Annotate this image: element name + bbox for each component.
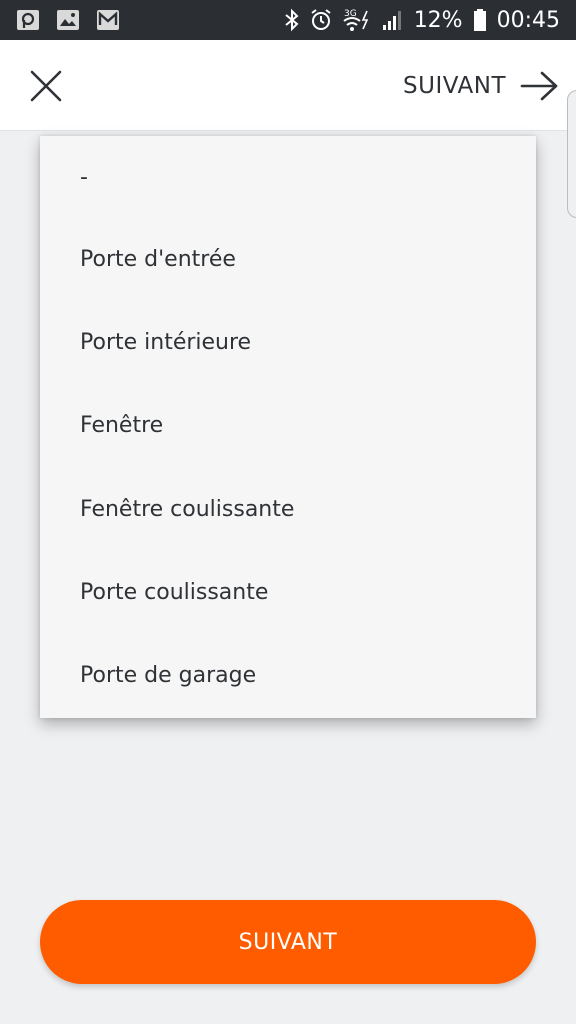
arrow-right-icon	[520, 71, 558, 101]
signal-icon	[382, 11, 401, 30]
clock-time: 00:45	[496, 7, 560, 33]
close-icon[interactable]	[24, 64, 68, 108]
next-header-label: SUIVANT	[403, 73, 506, 99]
gmail-icon	[97, 10, 119, 30]
battery-icon	[473, 9, 486, 31]
dropdown-option[interactable]: -	[40, 136, 536, 218]
wifi-3g-icon: 3G	[343, 9, 368, 31]
side-drawer-handle[interactable]	[567, 90, 576, 218]
parking-app-icon	[17, 10, 39, 30]
dropdown-option[interactable]: Porte coulissante	[40, 551, 536, 634]
dropdown-option[interactable]: Fenêtre	[40, 384, 536, 467]
dropdown-option[interactable]: Porte intérieure	[40, 301, 536, 384]
dropdown-option[interactable]: Fenêtre coulissante	[40, 468, 536, 551]
battery-percent: 12%	[413, 7, 463, 33]
door-type-dropdown-menu: - Porte d'entrée Porte intérieure Fenêtr…	[40, 136, 536, 718]
status-bar: 3G 12% 00:45	[0, 0, 576, 40]
app-bar: SUIVANT	[0, 40, 576, 131]
gallery-icon	[57, 10, 79, 30]
bluetooth-icon	[285, 8, 299, 32]
next-header-button[interactable]: SUIVANT	[403, 66, 560, 106]
dropdown-option[interactable]: Porte d'entrée	[40, 218, 536, 301]
next-button[interactable]: SUIVANT	[40, 900, 536, 984]
next-button-label: SUIVANT	[238, 929, 338, 955]
alarm-icon	[311, 9, 331, 30]
dropdown-option[interactable]: Porte de garage	[40, 634, 536, 717]
